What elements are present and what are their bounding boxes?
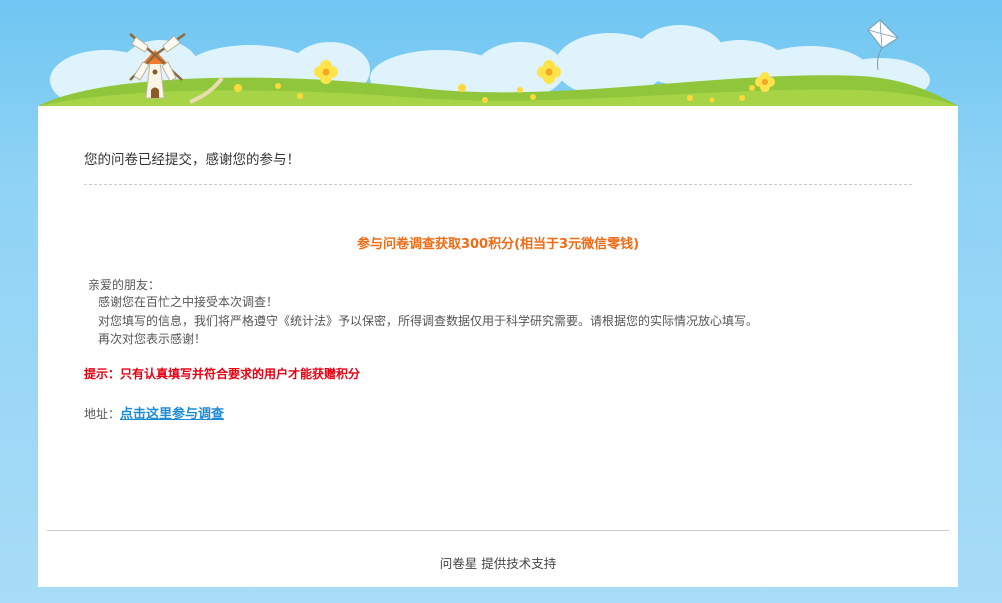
footer-divider xyxy=(47,530,949,531)
footer-brand: 问卷星 xyxy=(439,556,478,571)
address-label: 地址： xyxy=(84,407,121,421)
footer-text: 提供技术支持 xyxy=(477,556,557,571)
promo-line: 再次对您表示感谢！ xyxy=(98,332,207,346)
submission-message: 您的问卷已经提交，感谢您的参与！ xyxy=(84,152,300,168)
result-card: 您的问卷已经提交，感谢您的参与！ 参与问卷调查获取300积分(相当于3元微信零钱… xyxy=(38,106,958,587)
promo-greeting: 亲爱的朋友： xyxy=(88,278,161,292)
promo-line: 对您填写的信息，我们将严格遵守《统计法》予以保密，所得调查数据仅用于科学研究需要… xyxy=(98,314,759,328)
survey-link[interactable]: 点击这里参与调查 xyxy=(120,407,224,422)
promo-line: 感谢您在百忙之中接受本次调查！ xyxy=(98,295,279,309)
header-landscape xyxy=(38,19,958,110)
promo-title: 参与问卷调查获取300积分(相当于3元微信零钱) xyxy=(356,237,640,252)
footer: 问卷星 提供技术支持 xyxy=(38,553,958,572)
dashed-divider xyxy=(84,184,912,185)
promo-tip: 提示：只有认真填写并符合要求的用户才能获赠积分 xyxy=(84,367,361,381)
address-row: 地址：点击这里参与调查 xyxy=(84,403,224,422)
